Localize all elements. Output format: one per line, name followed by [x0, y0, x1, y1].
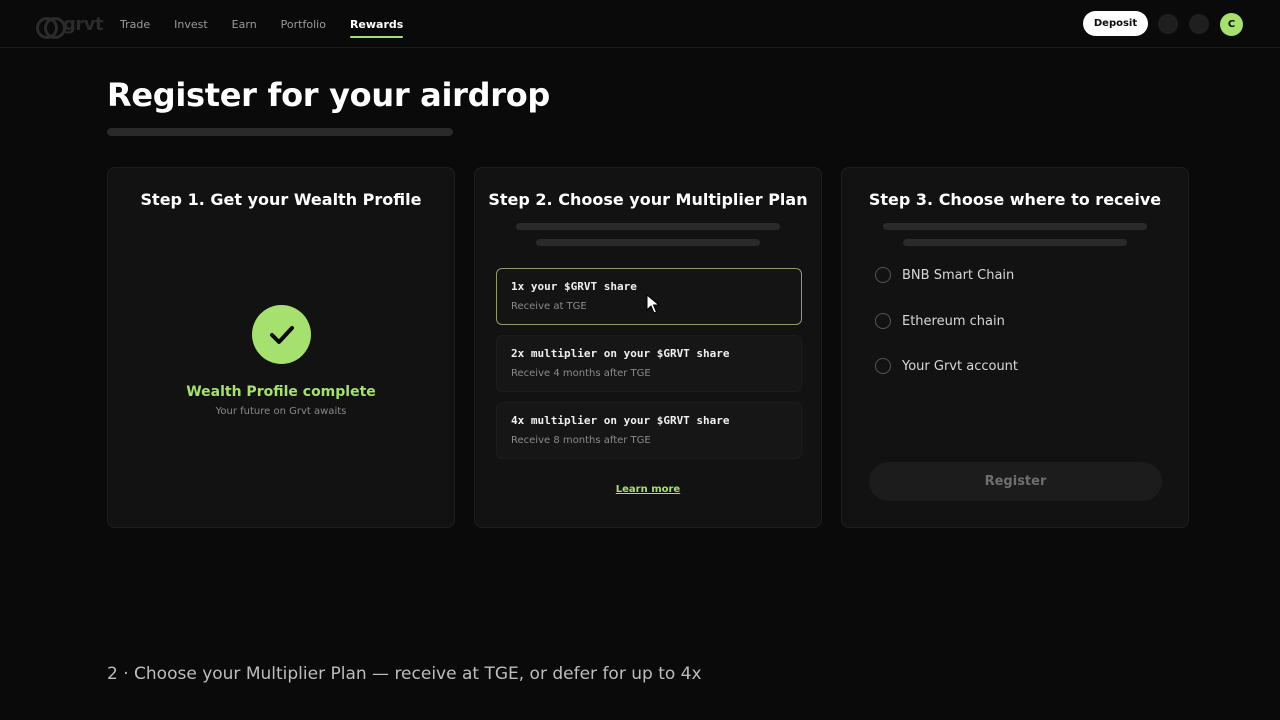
plan-subtitle: Receive at TGE — [511, 301, 587, 312]
radio-icon[interactable] — [875, 267, 891, 283]
nav-links: Trade Invest Earn Portfolio Rewards — [120, 0, 427, 48]
page-title: Register for your airdrop — [107, 76, 550, 114]
plan-subtitle: Receive 8 months after TGE — [511, 435, 651, 446]
top-nav: grvt Trade Invest Earn Portfolio Rewards… — [0, 0, 1280, 48]
step1-card: Step 1. Get your Wealth Profile Wealth P… — [107, 167, 455, 528]
radio-label: Your Grvt account — [902, 358, 1019, 374]
plan-subtitle: Receive 4 months after TGE — [511, 368, 651, 379]
logo-text: grvt — [63, 14, 104, 35]
plan-option-4x[interactable]: 4x multiplier on your $GRVT share Receiv… — [496, 402, 802, 459]
nav-link-invest[interactable]: Invest — [174, 0, 208, 48]
plan-title: 1x your $GRVT share — [511, 280, 637, 293]
nav-link-earn[interactable]: Earn — [232, 0, 257, 48]
wealth-profile-complete-title: Wealth Profile complete — [186, 384, 376, 400]
step1-title: Step 1. Get your Wealth Profile — [140, 190, 422, 209]
step3-card: Step 3. Choose where to receive BNB Smar… — [841, 167, 1189, 528]
step3-title: Step 3. Choose where to receive — [868, 190, 1162, 209]
step2-skeleton-bar-2 — [536, 239, 760, 246]
title-skeleton-bar — [107, 128, 453, 136]
receive-option-bnb[interactable]: BNB Smart Chain — [875, 265, 1014, 285]
avatar[interactable]: C — [1220, 13, 1243, 36]
receive-option-grvt-account[interactable]: Your Grvt account — [875, 356, 1018, 376]
plan-option-2x[interactable]: 2x multiplier on your $GRVT share Receiv… — [496, 335, 802, 392]
radio-label: Ethereum chain — [902, 313, 1005, 329]
step2-card: Step 2. Choose your Multiplier Plan 1x y… — [474, 167, 822, 528]
step2-title: Step 2. Choose your Multiplier Plan — [488, 190, 808, 209]
grvt-logo-icon — [36, 16, 66, 39]
radio-label: BNB Smart Chain — [902, 267, 1015, 283]
plan-title: 4x multiplier on your $GRVT share — [511, 414, 730, 427]
nav-link-trade[interactable]: Trade — [120, 0, 150, 48]
radio-icon[interactable] — [875, 313, 891, 329]
step3-skeleton-bar-2 — [903, 239, 1127, 246]
plan-title: 2x multiplier on your $GRVT share — [511, 347, 730, 360]
step-caption: 2 · Choose your Multiplier Plan — receiv… — [107, 664, 702, 684]
step3-skeleton-bar-1 — [883, 223, 1147, 230]
step2-skeleton-bar-1 — [516, 223, 780, 230]
nav-link-rewards[interactable]: Rewards — [349, 0, 404, 48]
radio-icon[interactable] — [875, 358, 891, 374]
wealth-profile-complete-subtitle: Your future on Grvt awaits — [215, 406, 347, 417]
learn-more-link[interactable]: Learn more — [475, 484, 821, 495]
nav-circle-icon-2[interactable] — [1189, 14, 1209, 34]
check-icon — [252, 305, 311, 364]
mouse-cursor-icon — [646, 294, 660, 314]
deposit-button[interactable]: Deposit — [1083, 11, 1148, 36]
nav-link-portfolio[interactable]: Portfolio — [281, 0, 326, 48]
nav-circle-icon-1[interactable] — [1158, 14, 1178, 34]
receive-option-ethereum[interactable]: Ethereum chain — [875, 311, 1005, 331]
register-button[interactable]: Register — [869, 462, 1162, 501]
grvt-logo[interactable]: grvt — [36, 14, 104, 39]
